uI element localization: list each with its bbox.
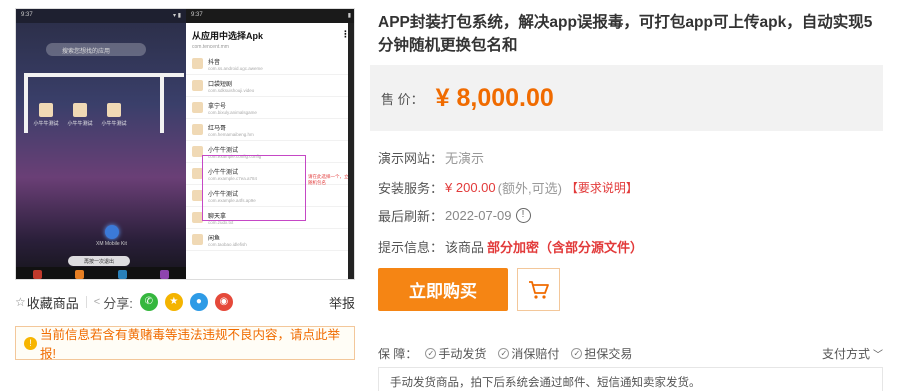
requirements-link[interactable]: 【要求说明】 <box>566 179 638 196</box>
desk-frame-post <box>24 73 28 133</box>
app-name: 红马哥 <box>208 125 227 132</box>
app-icon <box>192 102 203 113</box>
app-name: 闲鱼 <box>208 235 221 242</box>
report-warning[interactable]: ! 当前信息若含有黄赌毒等违法违规不良内容，请点此举报! <box>15 326 355 361</box>
scroll-sidebar <box>348 23 354 279</box>
tip-row: 提示信息： 该商品 部分加密（含部分源文件） <box>378 237 643 256</box>
dialog-subtitle: com.tencent.mm <box>192 44 229 50</box>
status-time: 9:37 <box>21 12 33 18</box>
app-name: 拿宁号 <box>208 103 227 110</box>
star-circle-icon[interactable]: ★ <box>164 293 183 311</box>
app-list-item: 拿宁号 com.bixuly.animalsgame <box>186 97 354 119</box>
orb-icon <box>105 225 119 239</box>
price-panel: 售 价： ¥ 8,000.00 <box>370 65 883 131</box>
tip-value: 该商品 <box>445 240 485 255</box>
share-icon: < <box>93 296 101 308</box>
product-screenshot[interactable]: 9:37 ▾ ▮ 搜索您想找的应用 小牛牛测试 小牛牛测试 小牛牛测试 XM M… <box>15 8 355 280</box>
app-name: 抖音 <box>208 59 221 66</box>
app-icon: 小牛牛测试 <box>32 103 60 127</box>
app-list: 抖音 com.ss.android.ugc.aweme 口袋短剧 com.sdksui… <box>186 53 354 251</box>
refresh-label: 最后刷新： <box>378 209 444 224</box>
battery-icon: ▮ <box>347 13 351 19</box>
app-package: com.hemamaibeng.hm <box>208 131 254 137</box>
cart-icon <box>528 280 549 299</box>
refresh-date: 2022-07-09 <box>445 208 512 223</box>
guarantee-label: 保 障： <box>378 347 418 361</box>
highlight-box <box>202 155 306 221</box>
source-note: 部分加密（含部分源文件） <box>487 240 644 255</box>
app-list-item: 红马哥 com.hemamaibeng.hm <box>186 119 354 141</box>
app-icon <box>192 124 203 135</box>
add-to-cart-button[interactable] <box>517 268 560 311</box>
star-icon: ☆ <box>15 295 26 309</box>
app-dock <box>16 267 186 279</box>
status-time: 9:37 <box>191 12 203 18</box>
share-row: ☆ 收藏商品 < 分享: ✆ ★ ● ◉ 举报 <box>15 291 355 313</box>
favorite-button[interactable]: ☆ 收藏商品 <box>15 293 79 312</box>
app-icon <box>192 80 203 91</box>
warning-text: 当前信息若含有黄赌毒等违法违规不良内容，请点此举报! <box>40 328 341 361</box>
product-title: APP封装打包系统，解决app误报毒，可打包app可上传apk，自动实现5分钟随… <box>378 14 873 54</box>
divider <box>85 296 87 308</box>
guarantee-item: ✓ 手动发货 <box>425 345 486 362</box>
signal-icon: ▾ ▮ <box>173 13 181 19</box>
install-label: 安装服务： <box>378 181 444 196</box>
check-icon: ✓ <box>498 348 510 359</box>
orb-label: XM Mobile Kit <box>96 241 127 247</box>
share-label: 分享: <box>103 295 133 311</box>
demo-row: 演示网站： 无演示 <box>378 148 484 167</box>
price-label: 售 价： <box>381 91 424 107</box>
install-note: (额外,可选) <box>497 181 562 196</box>
app-package: com.ss.android.ugc.aweme <box>208 65 263 71</box>
tip-label: 提示信息： <box>378 240 444 255</box>
app-icon <box>192 234 203 245</box>
dialog-title: 从应用中选择Apk ⋮ <box>192 29 350 41</box>
status-bar: 9:37 ▮ <box>186 9 354 23</box>
guarantee-item: ✓ 消保赔付 <box>498 345 559 362</box>
app-name: 小牛牛测试 <box>208 147 239 154</box>
home-search-bar: 搜索您想找的应用 <box>46 43 146 56</box>
refresh-row: 最后刷新： 2022-07-09 ! <box>378 206 531 225</box>
install-price: ¥ 200.00 <box>445 180 496 195</box>
desk-frame-post <box>160 73 164 133</box>
phone-apk-picker: 9:37 ▮ 从应用中选择Apk ⋮ com.tencent.mm 抖音 com.s… <box>186 9 354 279</box>
app-package: com.bixuly.animalsgame <box>208 109 257 115</box>
app-icon <box>192 58 203 69</box>
app-icon: 小牛牛测试 <box>100 103 128 127</box>
app-package: com.taobao.idlefish <box>208 241 247 247</box>
app-icon: 小牛牛测试 <box>66 103 94 127</box>
phone-home-screen: 9:37 ▾ ▮ 搜索您想找的应用 小牛牛测试 小牛牛测试 小牛牛测试 XM M… <box>16 9 186 279</box>
app-list-item: 口袋短剧 com.sdksuishouji.video <box>186 75 354 97</box>
guarantee-item: ✓ 担保交易 <box>571 345 632 362</box>
app-package: com.sdksuishouji.video <box>208 87 255 93</box>
app-list-item: 闲鱼 com.taobao.idlefish <box>186 229 354 251</box>
check-icon: ✓ <box>425 348 437 359</box>
report-link[interactable]: 举报 <box>329 293 355 312</box>
lightbulb-icon: ! <box>24 336 37 350</box>
demo-label: 演示网站： <box>378 151 444 166</box>
install-row: 安装服务： ¥ 200.00 (额外,可选) 【要求说明】 <box>378 178 638 197</box>
weibo-icon[interactable]: ◉ <box>214 293 233 311</box>
buy-now-button[interactable]: 立即购买 <box>378 268 508 311</box>
guarantee-row: 保 障： ✓ 手动发货 ✓ 消保赔付 ✓ 担保交易 支付方式 ﹀ <box>378 345 883 362</box>
payment-methods-dropdown[interactable]: 支付方式 ﹀ <box>822 345 883 362</box>
qq-icon[interactable]: ● <box>189 293 208 311</box>
app-name: 口袋短剧 <box>208 81 233 88</box>
price-value: ¥ 8,000.00 <box>435 83 554 112</box>
status-bar: 9:37 ▾ ▮ <box>16 9 186 23</box>
chevron-down-icon: ﹀ <box>873 350 883 361</box>
wechat-icon[interactable]: ✆ <box>139 293 158 311</box>
toast-message: 再按一次退出 <box>68 256 130 266</box>
app-list-item: 抖音 com.ss.android.ugc.aweme <box>186 53 354 75</box>
check-icon: ✓ <box>571 348 583 359</box>
info-icon[interactable]: ! <box>515 208 531 223</box>
demo-value: 无演示 <box>445 151 485 166</box>
shipping-info: 手动发货商品，拍下后系统会通过邮件、短信通知卖家发货。 <box>378 367 883 391</box>
